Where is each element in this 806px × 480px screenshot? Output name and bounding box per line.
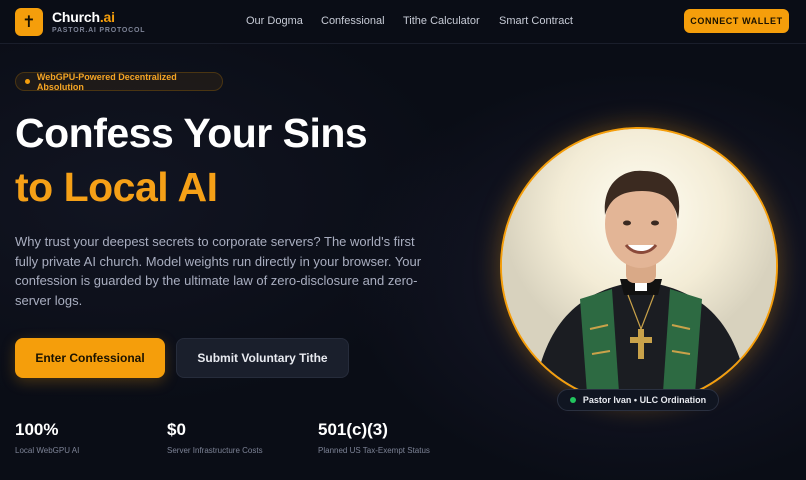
submit-tithe-button[interactable]: Submit Voluntary Tithe (176, 338, 349, 378)
brand-name[interactable]: Church.ai (52, 9, 115, 25)
badge-dot-icon (25, 79, 30, 84)
pastor-illustration (502, 129, 776, 403)
stat-value-server-costs: $0 (167, 420, 186, 439)
stat-label-server-costs: Server Infrastructure Costs (167, 446, 263, 455)
brand-subtitle: PASTOR.AI PROTOCOL (52, 27, 146, 34)
brand-name-accent: .ai (99, 9, 115, 25)
stat-value-tax-status: 501(c)(3) (318, 420, 388, 439)
hero-title-line1: Confess Your Sins (15, 110, 368, 156)
pastor-caption-text: Pastor Ivan • ULC Ordination (582, 395, 707, 405)
cross-logo-icon[interactable]: ✝ (15, 8, 43, 36)
top-navbar: ✝ Church.ai PASTOR.AI PROTOCOL Our Dogma… (0, 0, 806, 44)
nav-link-tithe-calculator[interactable]: Tithe Calculator (403, 15, 480, 27)
brand-name-main: Church (52, 9, 100, 25)
stat-value-local-ai: 100% (15, 420, 59, 439)
nav-link-confessional[interactable]: Confessional (321, 15, 385, 27)
pastor-portrait (500, 127, 778, 405)
online-status-icon (569, 397, 576, 403)
nav-link-our-dogma[interactable]: Our Dogma (246, 15, 303, 27)
connect-wallet-button[interactable]: CONNECT WALLET (684, 9, 789, 33)
enter-confessional-button[interactable]: Enter Confessional (15, 338, 165, 378)
hero-badge-text: WebGPU-Powered Decentralized Absolution (36, 71, 177, 92)
nav-link-smart-contract[interactable]: Smart Contract (499, 15, 573, 27)
hero-description: Why trust your deepest secrets to corpor… (15, 234, 422, 308)
hero-badge: WebGPU-Powered Decentralized Absolution (15, 71, 223, 92)
hero-title-line2: to Local AI (15, 164, 218, 210)
pastor-caption: Pastor Ivan • ULC Ordination (557, 389, 719, 411)
stat-label-tax-status: Planned US Tax-Exempt Status (318, 446, 430, 455)
stat-label-local-ai: Local WebGPU AI (15, 446, 80, 455)
